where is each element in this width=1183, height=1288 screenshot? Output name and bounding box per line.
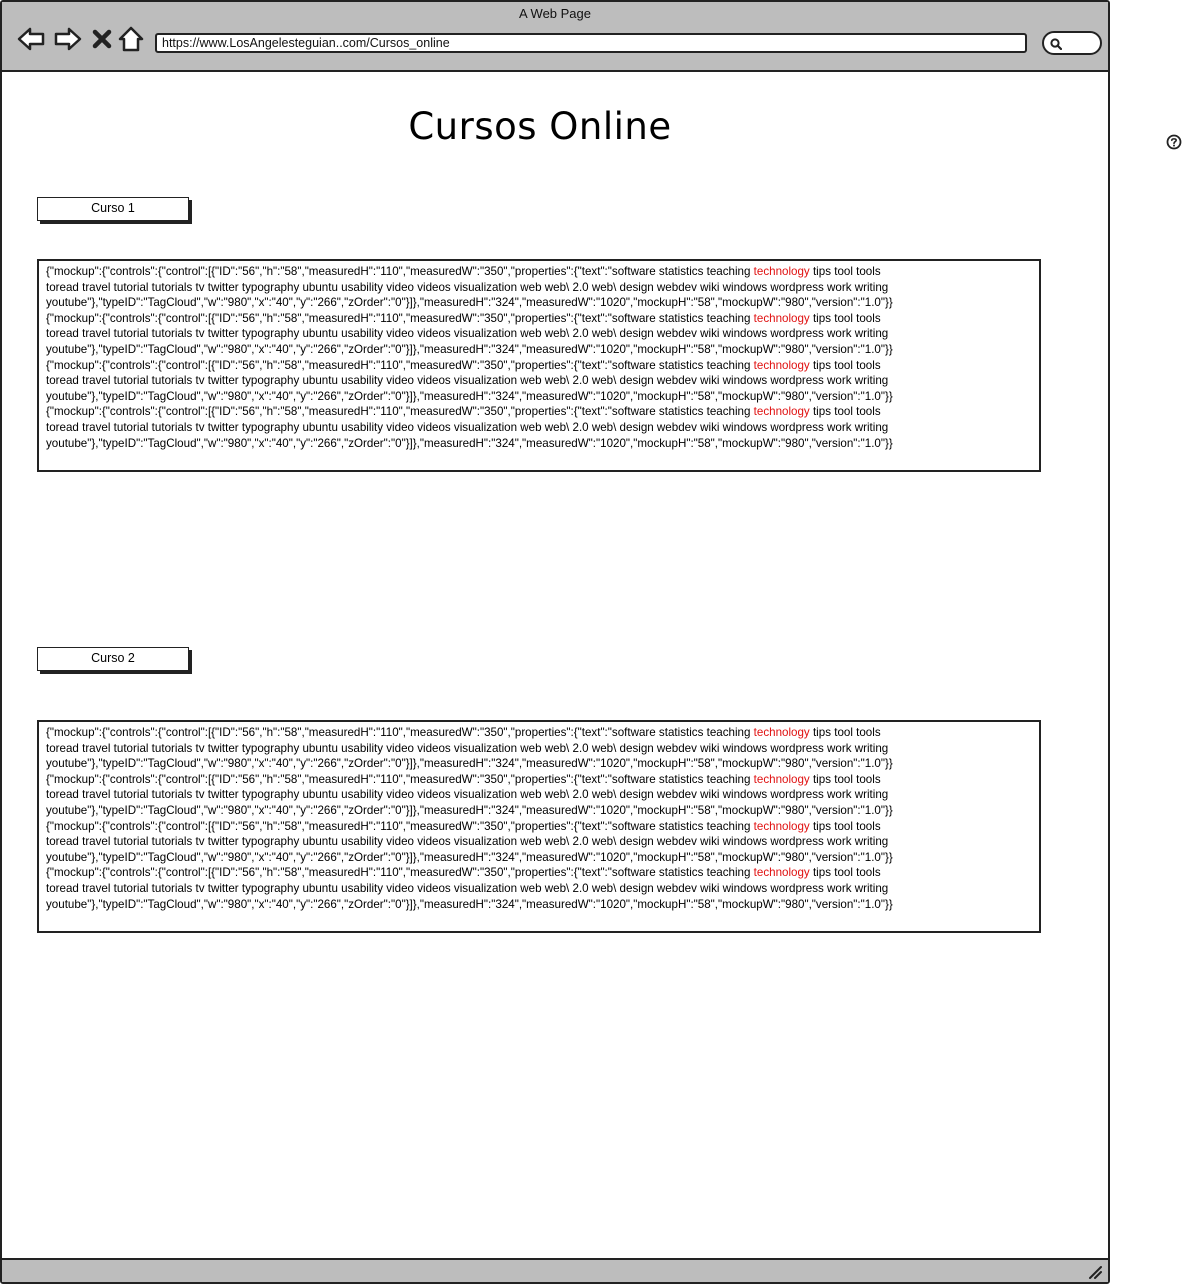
- highlighted-word: technology: [753, 265, 810, 278]
- back-arrow-icon[interactable]: [16, 24, 46, 54]
- text-segment: {"mockup":{"controls":{"control":[{"ID":…: [46, 311, 754, 325]
- text-segment: toread travel tutorial tutorials tv twit…: [46, 835, 889, 849]
- highlighted-word: technology: [753, 358, 810, 372]
- text-segment: tips tool tools: [809, 819, 881, 833]
- text-line: {"mockup":{"controls":{"control":[{"ID":…: [46, 772, 1033, 788]
- text-line: youtube"},"typeID":"TagCloud","w":"980",…: [46, 897, 1033, 913]
- text-line: toread travel tutorial tutorials tv twit…: [46, 881, 1033, 897]
- text-line: toread travel tutorial tutorials tv twit…: [46, 834, 1033, 850]
- text-segment: {"mockup":{"controls":{"control":[{"ID":…: [46, 726, 754, 739]
- address-bar[interactable]: https://www.LosAngelesteguian..com/Curso…: [155, 33, 1027, 53]
- text-segment: {"mockup":{"controls":{"control":[{"ID":…: [46, 358, 754, 372]
- text-line: toread travel tutorial tutorials tv twit…: [46, 326, 1033, 342]
- text-line: youtube"},"typeID":"TagCloud","w":"980",…: [46, 295, 1033, 311]
- text-segment: {"mockup":{"controls":{"control":[{"ID":…: [46, 866, 754, 880]
- text-segment: toread travel tutorial tutorials tv twit…: [46, 327, 889, 341]
- text-segment: {"mockup":{"controls":{"control":[{"ID":…: [46, 405, 754, 419]
- text-line: youtube"},"typeID":"TagCloud","w":"980",…: [46, 850, 1033, 866]
- help-icon[interactable]: [1166, 134, 1182, 150]
- text-line: toread travel tutorial tutorials tv twit…: [46, 280, 1033, 296]
- highlighted-word: technology: [753, 311, 810, 325]
- text-line: toread travel tutorial tutorials tv twit…: [46, 787, 1033, 803]
- window-title: A Web Page: [518, 6, 592, 21]
- text-line: {"mockup":{"controls":{"control":[{"ID":…: [46, 358, 1033, 374]
- text-segment: toread travel tutorial tutorials tv twit…: [46, 881, 889, 895]
- text-line: {"mockup":{"controls":{"control":[{"ID":…: [46, 404, 1033, 420]
- course-2-button[interactable]: Curso 2: [37, 647, 189, 671]
- text-segment: toread travel tutorial tutorials tv twit…: [46, 788, 889, 802]
- text-segment: youtube"},"typeID":"TagCloud","w":"980",…: [46, 296, 893, 310]
- text-segment: youtube"},"typeID":"TagCloud","w":"980",…: [46, 342, 893, 356]
- browser-toolbar: A Web Page https://www.LosAngelesteguian…: [2, 2, 1108, 72]
- course-2-text-box: {"mockup":{"controls":{"control":[{"ID":…: [37, 720, 1041, 933]
- home-icon[interactable]: [117, 24, 145, 54]
- forward-arrow-icon[interactable]: [53, 24, 83, 54]
- text-line: {"mockup":{"controls":{"control":[{"ID":…: [46, 311, 1033, 327]
- text-segment: tips tool tools: [809, 772, 881, 786]
- text-segment: youtube"},"typeID":"TagCloud","w":"980",…: [46, 850, 893, 864]
- text-line: toread travel tutorial tutorials tv twit…: [46, 420, 1033, 436]
- browser-window: A Web Page https://www.LosAngelesteguian…: [0, 0, 1110, 1284]
- text-line: {"mockup":{"controls":{"control":[{"ID":…: [46, 819, 1033, 835]
- text-segment: {"mockup":{"controls":{"control":[{"ID":…: [46, 265, 754, 278]
- text-line: youtube"},"typeID":"TagCloud","w":"980",…: [46, 389, 1033, 405]
- highlighted-word: technology: [753, 819, 810, 833]
- text-segment: youtube"},"typeID":"TagCloud","w":"980",…: [46, 389, 893, 403]
- text-segment: youtube"},"typeID":"TagCloud","w":"980",…: [46, 757, 893, 771]
- text-segment: tips tool tools: [809, 866, 881, 880]
- status-bar: [2, 1258, 1108, 1282]
- text-segment: tips tool tools: [809, 726, 881, 739]
- close-icon[interactable]: [90, 24, 114, 54]
- text-line: youtube"},"typeID":"TagCloud","w":"980",…: [46, 803, 1033, 819]
- resize-grip-icon[interactable]: [1088, 1265, 1102, 1279]
- course-1-button[interactable]: Curso 1: [37, 197, 189, 221]
- search-field[interactable]: [1042, 31, 1102, 55]
- highlighted-word: technology: [753, 405, 810, 419]
- text-line: toread travel tutorial tutorials tv twit…: [46, 373, 1033, 389]
- text-line: youtube"},"typeID":"TagCloud","w":"980",…: [46, 756, 1033, 772]
- text-segment: youtube"},"typeID":"TagCloud","w":"980",…: [46, 803, 893, 817]
- text-line: {"mockup":{"controls":{"control":[{"ID":…: [46, 865, 1033, 881]
- highlighted-word: technology: [753, 866, 810, 880]
- text-segment: toread travel tutorial tutorials tv twit…: [46, 280, 889, 294]
- text-segment: tips tool tools: [809, 405, 881, 419]
- text-segment: tips tool tools: [809, 311, 881, 325]
- text-segment: youtube"},"typeID":"TagCloud","w":"980",…: [46, 436, 893, 450]
- highlighted-word: technology: [753, 726, 810, 739]
- text-line: youtube"},"typeID":"TagCloud","w":"980",…: [46, 436, 1033, 452]
- text-line: {"mockup":{"controls":{"control":[{"ID":…: [46, 264, 1033, 280]
- text-segment: toread travel tutorial tutorials tv twit…: [46, 420, 889, 434]
- text-segment: youtube"},"typeID":"TagCloud","w":"980",…: [46, 897, 893, 911]
- text-segment: tips tool tools: [809, 265, 881, 278]
- text-segment: {"mockup":{"controls":{"control":[{"ID":…: [46, 772, 754, 786]
- text-line: {"mockup":{"controls":{"control":[{"ID":…: [46, 725, 1033, 741]
- text-line: youtube"},"typeID":"TagCloud","w":"980",…: [46, 342, 1033, 358]
- text-segment: toread travel tutorial tutorials tv twit…: [46, 741, 889, 755]
- search-icon: [1050, 37, 1063, 51]
- text-segment: tips tool tools: [809, 358, 881, 372]
- text-segment: toread travel tutorial tutorials tv twit…: [46, 374, 889, 388]
- text-line: toread travel tutorial tutorials tv twit…: [46, 741, 1033, 757]
- highlighted-word: technology: [753, 772, 810, 786]
- text-segment: {"mockup":{"controls":{"control":[{"ID":…: [46, 819, 754, 833]
- page-title: Cursos Online: [408, 105, 672, 148]
- course-1-text-box: {"mockup":{"controls":{"control":[{"ID":…: [37, 259, 1041, 472]
